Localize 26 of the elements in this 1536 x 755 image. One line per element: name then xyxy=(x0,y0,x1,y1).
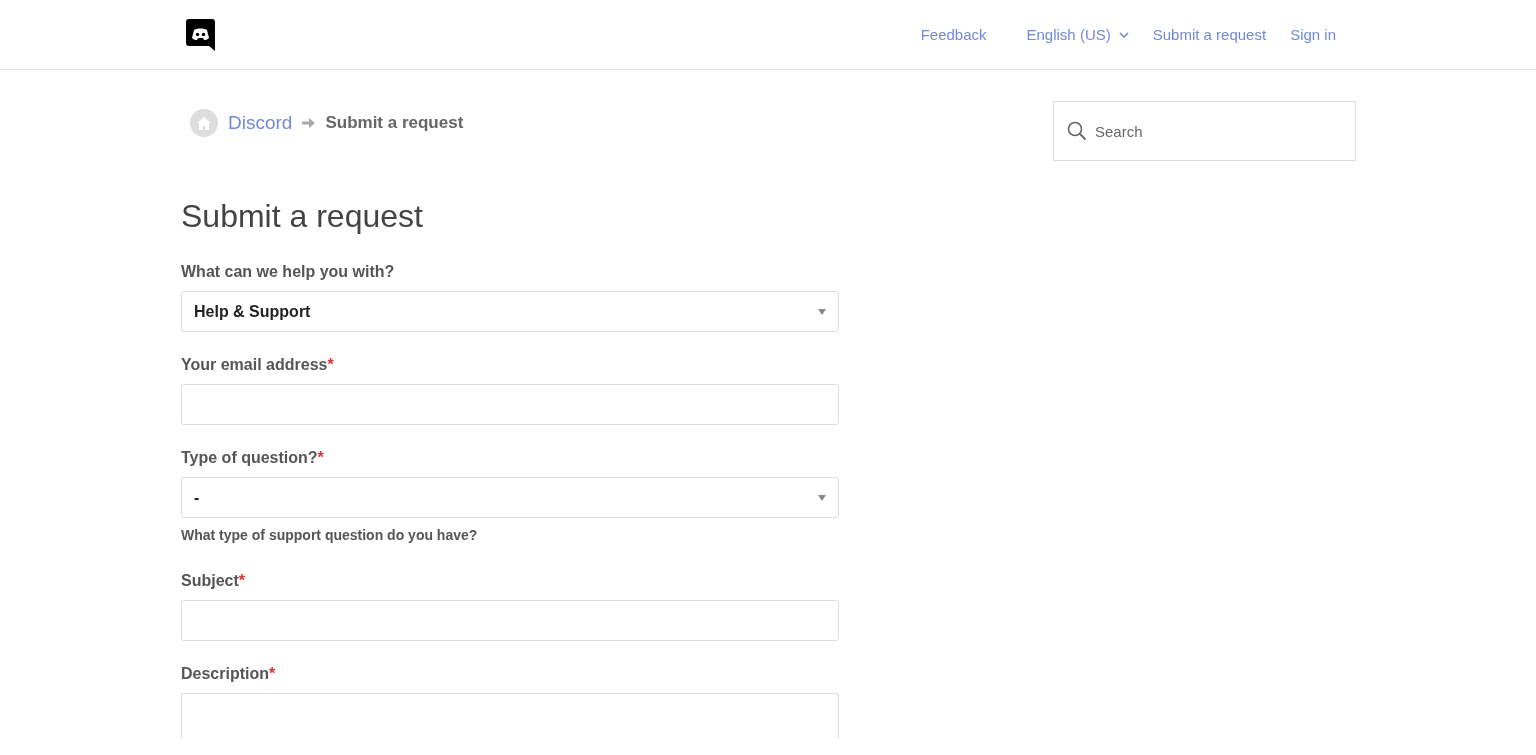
page-title: Submit a request xyxy=(181,198,424,235)
breadcrumb-link[interactable]: Discord xyxy=(228,112,293,134)
dropdown-field[interactable]: - xyxy=(181,477,839,518)
search-icon xyxy=(1067,121,1087,141)
nav-link[interactable]: Sign in xyxy=(1290,26,1336,43)
search-field[interactable]: Search xyxy=(1053,101,1356,161)
dropdown-field[interactable]: Help & Support xyxy=(181,291,839,332)
field-label: Description* xyxy=(181,665,277,683)
text-area[interactable] xyxy=(181,693,839,739)
input-field[interactable] xyxy=(181,600,839,641)
arrow-right-icon xyxy=(302,118,316,128)
home-icon[interactable] xyxy=(190,109,218,137)
nav-link[interactable]: Feedback xyxy=(920,26,987,43)
nav-link[interactable]: Submit a request xyxy=(1152,26,1267,43)
field-label: Type of question?* xyxy=(181,449,325,467)
field-hint: What type of support question do you have? xyxy=(181,527,479,543)
chevron-down-icon xyxy=(1118,31,1129,38)
language-dropdown[interactable]: English (US) xyxy=(1026,26,1129,43)
input-field[interactable] xyxy=(181,384,839,425)
field-label: Your email address* xyxy=(181,356,335,374)
dropdown-arrow-icon xyxy=(818,494,826,501)
field-label: What can we help you with? xyxy=(181,263,396,281)
chat-bubble-logo[interactable] xyxy=(186,18,215,51)
breadcrumb-current: Submit a request xyxy=(325,113,464,133)
dropdown-arrow-icon xyxy=(818,308,826,315)
field-label: Subject* xyxy=(181,572,247,590)
